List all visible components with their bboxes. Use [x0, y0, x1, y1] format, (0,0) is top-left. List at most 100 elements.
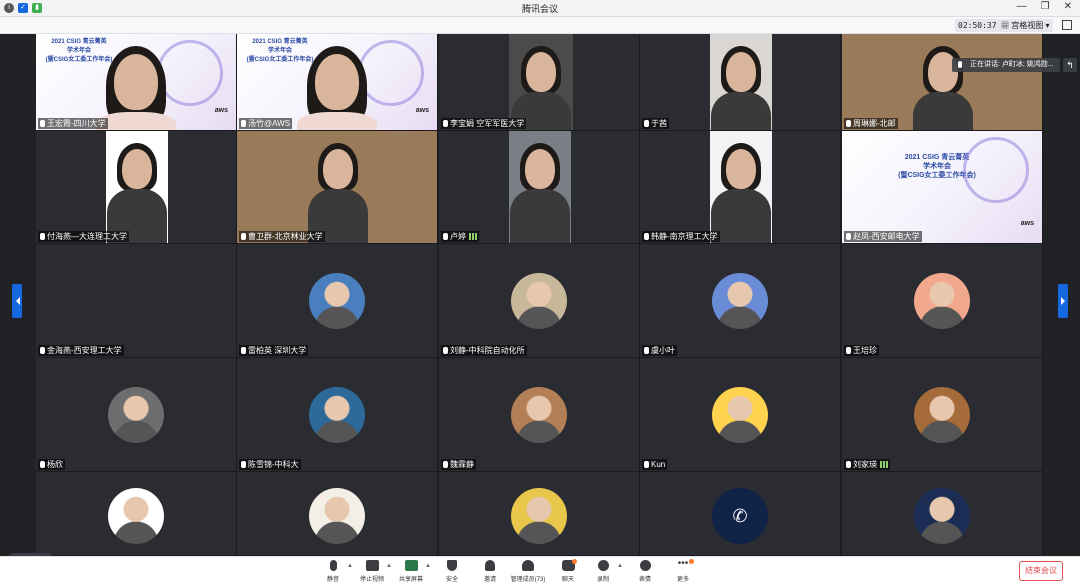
participant-tile[interactable]: 魏霖静 [439, 358, 640, 472]
minimize-icon[interactable]: — [1017, 1, 1027, 12]
participant-tile[interactable]: 卢婷 [439, 131, 640, 244]
participant-avatar [914, 386, 970, 443]
slide-title: 2021 CSIG 青云菁英 学术年会 (暨CSIG女工委工作年会) [246, 39, 314, 63]
participant-name-label: 韩静-南京理工大学 [642, 231, 720, 242]
previous-page-button[interactable] [12, 284, 22, 318]
close-icon[interactable]: ✕ [1064, 1, 1072, 12]
slide-graphic [157, 40, 223, 106]
participant-tile[interactable]: 2021 CSIG 青云菁英 学术年会 (暨CSIG女工委工作年会) aws 赵凤-西安… [842, 131, 1043, 244]
invite-label: 邀请 [483, 577, 496, 583]
mic-icon [644, 347, 649, 354]
meeting-window: i ✓ ▮ 腾讯会议 — ❐ ✕ 02:50:37 ▦ 宫格视图 ▾ 2021 … [0, 0, 1080, 586]
participant-tile[interactable] [36, 472, 237, 556]
mute-button[interactable]: 静音 ▲ [313, 560, 353, 583]
participant-tile[interactable] [439, 472, 640, 556]
phone-icon: ✆ [732, 506, 748, 526]
meeting-toolbar: 02:50:37 ▦ 宫格视图 ▾ [0, 17, 1080, 34]
participant-tile[interactable]: 付海燕—大连理工大学 [36, 131, 237, 244]
participant-tile[interactable]: ✆ [640, 472, 841, 556]
restore-icon[interactable]: ❐ [1041, 1, 1050, 12]
chat-button[interactable]: 聊天 [548, 559, 588, 583]
participant-avatar: ✆ [712, 488, 768, 544]
participant-name: 雷柏英 深圳大学 [248, 346, 307, 355]
mic-icon [443, 347, 448, 354]
participant-tile[interactable] [842, 472, 1043, 556]
fullscreen-icon[interactable] [1062, 20, 1072, 30]
next-page-button[interactable] [1058, 284, 1068, 318]
collapse-arrow-icon[interactable]: ↰ [1063, 58, 1077, 72]
participant-avatar [511, 272, 567, 329]
invite-button[interactable]: 邀请 [470, 560, 510, 583]
participant-name-label: 于茜 [642, 118, 669, 129]
participant-tile[interactable]: 刘静-中科院自动化所 [439, 244, 640, 358]
participant-tile[interactable]: 金海燕-西安理工大学 [36, 244, 237, 358]
participant-name: 陈雪锦-中科大 [248, 460, 299, 469]
participant-name: 于茜 [651, 119, 667, 128]
participant-name-label: 付海燕—大连理工大学 [38, 231, 129, 242]
participant-tile[interactable]: 杨欣 [36, 358, 237, 472]
participant-video-body [297, 112, 377, 130]
more-icon: ••• [677, 558, 689, 569]
participant-name-label: 曹卫群-北京林业大学 [239, 231, 325, 242]
mic-icon [40, 461, 45, 468]
participant-tile[interactable]: 陈雪锦-中科大 [237, 358, 438, 472]
participant-name-label: 刘静-中科院自动化所 [441, 345, 527, 356]
more-button[interactable]: ••• 更多 [663, 558, 703, 583]
add-user-icon [485, 560, 495, 571]
record-label: 录制 [596, 577, 609, 583]
slide-graphic [358, 40, 424, 106]
participant-avatar [108, 488, 164, 544]
participant-avatar [914, 488, 970, 544]
participant-tile[interactable]: 王培珍 [842, 244, 1043, 358]
participant-name-label: 王培珍 [844, 345, 879, 356]
mic-icon [443, 461, 448, 468]
participant-tile[interactable]: 2021 CSIG 青云菁英 学术年会 (暨CSIG女工委工作年会) aws 王宏霞-四… [36, 34, 237, 131]
mic-icon [443, 120, 448, 127]
participant-name-label: 周琳娜-北邮 [844, 118, 898, 129]
participant-video-face [322, 149, 353, 189]
record-button[interactable]: 录制 ▲ [583, 560, 623, 583]
participant-tile[interactable]: Kun [640, 358, 841, 472]
participant-tile[interactable]: 于茜 [640, 34, 841, 131]
participant-name: Kun [651, 460, 666, 469]
participant-tile[interactable]: 周琳娜-北邮 [842, 34, 1043, 131]
view-switch-button[interactable]: ▦ 宫格视图 ▾ [998, 19, 1053, 32]
video-grid: 2021 CSIG 青云菁英 学术年会 (暨CSIG女工委工作年会) aws 王宏霞-四… [0, 34, 1080, 571]
participant-tile[interactable]: 刘家瑛 [842, 358, 1043, 472]
slide-title: 2021 CSIG 青云菁英 学术年会 (暨CSIG女工委工作年会) [45, 39, 113, 63]
participant-tile[interactable]: 李宝娟 空军军医大学 [439, 34, 640, 131]
participant-tile[interactable]: 曹卫群-北京林业大学 [237, 131, 438, 244]
participant-avatar [712, 272, 768, 329]
security-button[interactable]: 安全 [432, 560, 472, 583]
participant-name: 赵凤-西安邮电大学 [853, 232, 920, 241]
chat-badge [572, 559, 577, 564]
chevron-up-icon[interactable]: ▲ [425, 563, 431, 569]
mic-icon [644, 233, 649, 240]
participant-avatar [712, 386, 768, 443]
mic-icon [241, 233, 246, 240]
mic-icon [644, 461, 649, 468]
shield-icon [447, 560, 457, 571]
aws-logo: aws [1020, 220, 1034, 227]
microphone-icon [329, 560, 337, 571]
mic-icon [241, 347, 246, 354]
chevron-up-icon[interactable]: ▲ [617, 563, 623, 569]
participant-tile[interactable] [237, 472, 438, 556]
participant-video-body [510, 189, 570, 243]
participant-tile[interactable]: 雷柏英 深圳大学 [237, 244, 438, 358]
stop-video-button[interactable]: 停止视频 ▲ [352, 560, 392, 583]
participant-tile[interactable]: 韩静-南京理工大学 [640, 131, 841, 244]
end-meeting-button[interactable]: 结束会议 [1019, 561, 1063, 581]
window-title: 腾讯会议 [521, 4, 558, 14]
manage-members-button[interactable]: 管理成员(73) [508, 560, 548, 583]
reactions-button[interactable]: 表情 [625, 560, 665, 583]
participant-video [114, 54, 158, 110]
participant-tile[interactable]: 2021 CSIG 青云菁英 学术年会 (暨CSIG女工委工作年会) aws 汤竹@AW… [237, 34, 438, 131]
participant-name-label: 刘家瑛 [844, 459, 890, 470]
participant-name: 杨欣 [47, 460, 63, 469]
participant-name-label: Kun [642, 459, 668, 470]
record-icon [597, 560, 609, 571]
share-screen-button[interactable]: 共享屏幕 ▲ [391, 560, 431, 583]
view-label: 宫格视图 [1011, 21, 1044, 30]
participant-tile[interactable]: 虞小叶 [640, 244, 841, 358]
